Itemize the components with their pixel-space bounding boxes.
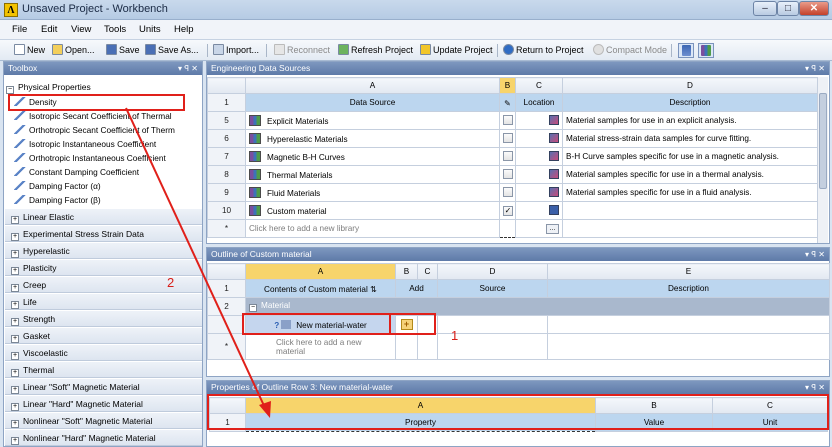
annotation-arrow-line <box>125 107 267 411</box>
annotation-arrow <box>125 107 271 418</box>
annotation-arrowhead <box>259 401 271 418</box>
